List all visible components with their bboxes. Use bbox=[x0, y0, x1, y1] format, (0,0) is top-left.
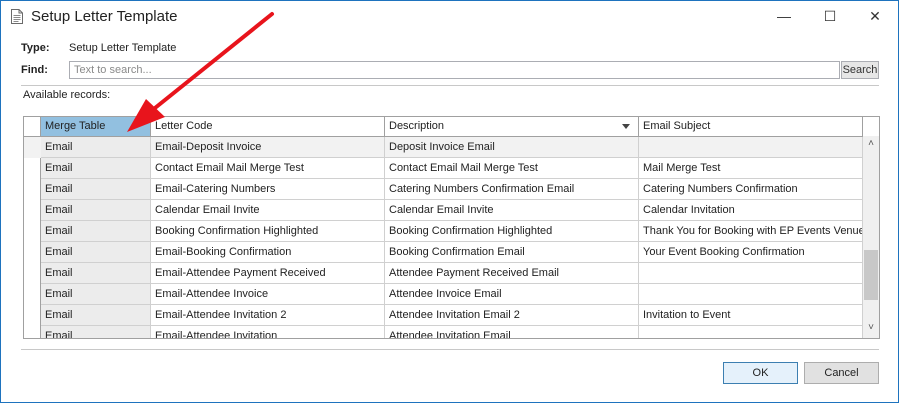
cell-description[interactable]: Attendee Invitation Email 2 bbox=[385, 305, 639, 326]
find-label: Find: bbox=[21, 64, 48, 76]
cell-letter-code[interactable]: Email-Catering Numbers bbox=[151, 179, 385, 200]
search-button[interactable]: Search bbox=[841, 61, 879, 79]
cell-description[interactable]: Attendee Invitation Email bbox=[385, 326, 639, 338]
cell-description[interactable]: Contact Email Mail Merge Test bbox=[385, 158, 639, 179]
grid-header: Merge Table Letter Code Description Emai… bbox=[24, 117, 863, 137]
cell-description[interactable]: Attendee Payment Received Email bbox=[385, 263, 639, 284]
cell-merge-table[interactable]: Email bbox=[41, 179, 151, 200]
divider-bottom bbox=[21, 349, 879, 350]
search-input[interactable] bbox=[70, 62, 839, 78]
table-row[interactable]: Email Email-Deposit Invoice Deposit Invoic… bbox=[24, 137, 863, 158]
cell-description[interactable]: Catering Numbers Confirmation Email bbox=[385, 179, 639, 200]
scroll-up-icon[interactable]: ˄ bbox=[863, 138, 879, 152]
maximize-icon[interactable]: ☐ bbox=[807, 1, 853, 33]
cell-email-subject[interactable]: Calendar Invitation bbox=[639, 200, 863, 221]
vertical-scrollbar[interactable]: ˄ ˅ bbox=[863, 136, 879, 338]
table-row[interactable]: Email Email-Attendee Invoice Attendee Invo… bbox=[24, 284, 863, 305]
header-corner bbox=[24, 117, 41, 136]
cell-merge-table[interactable]: Email bbox=[41, 158, 151, 179]
cell-letter-code[interactable]: Email-Deposit Invoice bbox=[151, 137, 385, 158]
cell-email-subject[interactable] bbox=[639, 263, 863, 284]
table-row[interactable]: Email Email-Attendee Invitation 2 Attendee… bbox=[24, 305, 863, 326]
table-row[interactable]: Email Email-Attendee Payment Received Atte… bbox=[24, 263, 863, 284]
cell-merge-table[interactable]: Email bbox=[41, 263, 151, 284]
cell-description[interactable]: Booking Confirmation Email bbox=[385, 242, 639, 263]
table-row[interactable]: Email Booking Confirmation Highlighted Boo… bbox=[24, 221, 863, 242]
cell-merge-table[interactable]: Email bbox=[41, 137, 151, 158]
cell-merge-table[interactable]: Email bbox=[41, 305, 151, 326]
cell-letter-code[interactable]: Calendar Email Invite bbox=[151, 200, 385, 221]
cell-email-subject[interactable]: Your Event Booking Confirmation bbox=[639, 242, 863, 263]
cell-email-subject[interactable] bbox=[639, 137, 863, 158]
cell-email-subject[interactable]: Thank You for Booking with EP Events Ven… bbox=[639, 221, 863, 242]
cell-letter-code[interactable]: Email-Booking Confirmation bbox=[151, 242, 385, 263]
cell-description[interactable]: Attendee Invoice Email bbox=[385, 284, 639, 305]
close-icon[interactable]: ✕ bbox=[852, 1, 898, 33]
cell-email-subject[interactable]: Catering Numbers Confirmation bbox=[639, 179, 863, 200]
minimize-icon[interactable]: — bbox=[761, 1, 807, 33]
cell-merge-table[interactable]: Email bbox=[41, 326, 151, 338]
dialog-window: Setup Letter Template — ☐ ✕ Type: Setup … bbox=[0, 0, 899, 403]
type-value: Setup Letter Template bbox=[69, 42, 177, 54]
divider-top bbox=[21, 85, 879, 86]
column-header-description-label: Description bbox=[389, 120, 445, 132]
table-row[interactable]: Email Calendar Email Invite Calendar Email… bbox=[24, 200, 863, 221]
cell-letter-code[interactable]: Email-Attendee Invoice bbox=[151, 284, 385, 305]
cell-description[interactable]: Booking Confirmation Highlighted bbox=[385, 221, 639, 242]
cell-email-subject[interactable]: Mail Merge Test bbox=[639, 158, 863, 179]
document-icon bbox=[11, 9, 23, 24]
records-grid[interactable]: Merge Table Letter Code Description Emai… bbox=[23, 116, 880, 339]
column-header-email-subject[interactable]: Email Subject bbox=[639, 117, 863, 136]
column-header-merge-table[interactable]: Merge Table bbox=[41, 117, 151, 136]
cell-email-subject[interactable] bbox=[639, 326, 863, 338]
type-label: Type: bbox=[21, 42, 50, 54]
cell-letter-code[interactable]: Email-Attendee Payment Received bbox=[151, 263, 385, 284]
table-row[interactable]: Email Contact Email Mail Merge Test Contac… bbox=[24, 158, 863, 179]
title-bar[interactable]: Setup Letter Template — ☐ ✕ bbox=[1, 1, 898, 33]
cell-letter-code[interactable]: Email-Attendee Invitation 2 bbox=[151, 305, 385, 326]
available-records-label: Available records: bbox=[23, 89, 111, 101]
scroll-down-icon[interactable]: ˅ bbox=[863, 322, 879, 336]
cell-description[interactable]: Deposit Invoice Email bbox=[385, 137, 639, 158]
table-row[interactable]: Email Email-Attendee Invitation Attendee I… bbox=[24, 326, 863, 338]
column-header-description[interactable]: Description bbox=[385, 117, 639, 136]
ok-button[interactable]: OK bbox=[723, 362, 798, 384]
cell-description[interactable]: Calendar Email Invite bbox=[385, 200, 639, 221]
cell-merge-table[interactable]: Email bbox=[41, 200, 151, 221]
cell-merge-table[interactable]: Email bbox=[41, 284, 151, 305]
table-row[interactable]: Email Email-Catering Numbers Catering Numb… bbox=[24, 179, 863, 200]
cell-merge-table[interactable]: Email bbox=[41, 242, 151, 263]
cell-merge-table[interactable]: Email bbox=[41, 221, 151, 242]
sort-descending-icon bbox=[622, 124, 630, 129]
scrollbar-thumb[interactable] bbox=[864, 250, 878, 300]
search-field[interactable] bbox=[69, 61, 840, 79]
cancel-button[interactable]: Cancel bbox=[804, 362, 879, 384]
cell-letter-code[interactable]: Booking Confirmation Highlighted bbox=[151, 221, 385, 242]
column-header-letter-code[interactable]: Letter Code bbox=[151, 117, 385, 136]
cell-letter-code[interactable]: Email-Attendee Invitation bbox=[151, 326, 385, 338]
cell-letter-code[interactable]: Contact Email Mail Merge Test bbox=[151, 158, 385, 179]
window-title: Setup Letter Template bbox=[31, 8, 178, 25]
cell-email-subject[interactable] bbox=[639, 284, 863, 305]
table-row[interactable]: Email Email-Booking Confirmation Booking C… bbox=[24, 242, 863, 263]
cell-email-subject[interactable]: Invitation to Event bbox=[639, 305, 863, 326]
